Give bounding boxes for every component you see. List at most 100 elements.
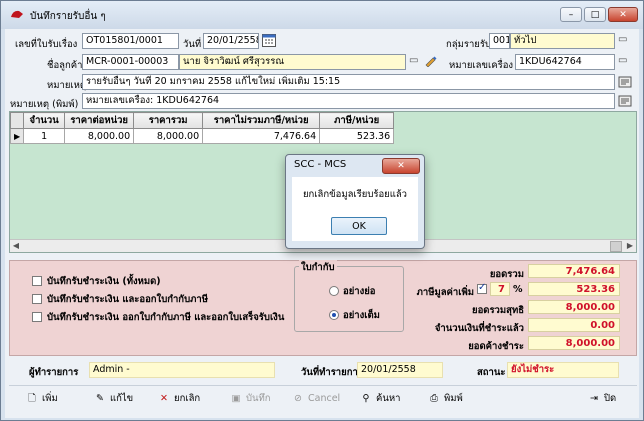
- balance-label: ยอดค้างชำระ: [468, 341, 524, 352]
- payment-panel: บันทึกรับชำระเงิน (ทั้งหมด) บันทึกรับชำร…: [9, 260, 637, 356]
- calendar-icon[interactable]: [262, 33, 276, 47]
- app-icon: [11, 10, 23, 18]
- note-template-icon[interactable]: [618, 74, 632, 88]
- window-title: บันทึกรายรับอื่น ๆ: [30, 11, 106, 22]
- cancel-button[interactable]: ⊘ Cancel: [291, 390, 340, 408]
- message-dialog: SCC - MCS ✕ ยกเลิกข้อมูลเรียบร้อยแล้ว OK: [285, 154, 425, 249]
- new-document-icon: 🗋: [28, 393, 36, 404]
- invoice-type-title: ใบกำกับ: [299, 260, 337, 275]
- recorder-value: Admin -: [89, 362, 275, 378]
- vat-rate-field[interactable]: 7: [490, 282, 510, 296]
- vat-value: 523.36: [528, 282, 620, 296]
- doc-no-label: เลขที่ใบรับเรื่อง: [15, 39, 78, 50]
- record-status-bar: ผู้ทำรายการ Admin - วันที่ทำรายการ 20/01…: [9, 362, 637, 380]
- net-total-value: 8,000.00: [528, 300, 620, 314]
- dialog-title: SCC - MCS: [294, 159, 347, 170]
- state-label: สถานะ: [477, 367, 506, 378]
- cell-total-price[interactable]: 8,000.00: [133, 128, 204, 144]
- group-label: กลุ่มรายรับ: [446, 39, 491, 50]
- invoice-short-label: อย่างย่อ: [343, 286, 376, 297]
- col-header-unit-price[interactable]: ราคาต่อหน่วย: [64, 112, 135, 129]
- exit-door-icon: ⇥: [590, 393, 598, 404]
- close-window-button[interactable]: ✕: [608, 7, 638, 22]
- cancel-doc-button[interactable]: ✕ ยกเลิก: [157, 390, 200, 408]
- maximize-button[interactable]: □: [584, 7, 606, 22]
- edit-button-label: แก้ไข: [110, 393, 134, 404]
- col-header-qty[interactable]: จำนวน: [23, 112, 66, 129]
- search-button[interactable]: ⚲ ค้นหา: [359, 390, 401, 408]
- close-button-label: ปิด: [604, 393, 617, 404]
- add-button-label: เพิ่ม: [42, 393, 58, 404]
- record-date-value: 20/01/2558: [357, 362, 443, 378]
- date-label: วันที่: [183, 39, 202, 50]
- customer-code-field[interactable]: MCR-0001-00003: [82, 54, 179, 70]
- cancel-button-label: Cancel: [308, 393, 341, 404]
- col-header-total-price[interactable]: ราคารวม: [133, 112, 204, 129]
- close-button[interactable]: ⇥ ปิด: [587, 390, 616, 408]
- doc-no-field[interactable]: OT015801/0001: [82, 33, 179, 49]
- col-header-vat-per-unit[interactable]: ภาษี/หน่วย: [319, 112, 395, 129]
- items-table: จำนวน ราคาต่อหน่วย ราคารวม ราคาไม่รวมภาษ…: [10, 112, 395, 144]
- save-button[interactable]: ▣ บันทึก: [229, 390, 271, 408]
- cell-price-excl-vat[interactable]: 7,476.64: [202, 128, 321, 144]
- edit-button[interactable]: ✎ แก้ไข: [93, 390, 133, 408]
- customer-name-field[interactable]: นาย จิราวิฒน์ ศรีสุวรรณ: [179, 54, 406, 70]
- note-label: หมายเหตุ: [47, 80, 87, 91]
- total-label: ยอดรวม: [489, 269, 524, 280]
- invoice-full-label: อย่างเต็ม: [343, 310, 380, 321]
- minimize-button[interactable]: –: [560, 7, 582, 22]
- note-field[interactable]: รายรับอื่นๆ วันที่ 20 มกราคม 2558 แก้ไขใ…: [82, 74, 615, 90]
- invoice-short-radio[interactable]: [329, 286, 339, 296]
- group-lookup-icon[interactable]: ▭: [618, 34, 627, 45]
- note-print-label: หมายเหตุ (พิมพ์): [10, 99, 79, 110]
- dialog-message: ยกเลิกข้อมูลเรียบร้อยแล้ว: [302, 189, 408, 200]
- edit-icon: ✎: [96, 393, 104, 404]
- vat-percent-sign: %: [513, 284, 523, 295]
- total-value: 7,476.64: [528, 264, 620, 278]
- scroll-thumb[interactable]: [610, 241, 622, 252]
- main-window: บันทึกรายรับอื่น ๆ – □ ✕ เลขที่ใบรับเรื่…: [0, 0, 644, 421]
- cell-qty[interactable]: 1: [23, 128, 66, 144]
- group-code-field[interactable]: 001: [489, 33, 510, 49]
- edit-pencil-icon[interactable]: [424, 54, 437, 67]
- col-header-price-excl-vat[interactable]: ราคาไม่รวมภาษี/หน่วย: [202, 112, 321, 129]
- save-button-label: บันทึก: [246, 393, 271, 404]
- delete-x-icon: ✕: [160, 393, 168, 404]
- customer-lookup-icon[interactable]: ▭: [409, 55, 418, 66]
- group-name-field[interactable]: ทั่วไป: [510, 33, 615, 49]
- dialog-close-button[interactable]: ✕: [382, 158, 420, 174]
- row-selector-arrow-icon[interactable]: ▶: [10, 128, 25, 144]
- row-selector-header: [10, 112, 25, 129]
- invoice-full-radio[interactable]: [329, 310, 339, 320]
- pay-all-checkbox[interactable]: [32, 276, 42, 286]
- date-field[interactable]: 20/01/2558: [203, 33, 259, 49]
- ref-lookup-icon[interactable]: ▭: [618, 55, 627, 66]
- print-button[interactable]: ⎙ พิมพ์: [427, 390, 463, 408]
- action-toolbar: 🗋 เพิ่ม ✎ แก้ไข ✕ ยกเลิก ▣ บันทึก ⊘ Cancel ⚲ ค…: [9, 385, 637, 412]
- ok-button[interactable]: OK: [331, 217, 387, 235]
- pay-tax-receipt-label: บันทึกรับชำระเงิน ออกใบกำกับภาษี และออกใ…: [47, 312, 285, 323]
- pay-tax-invoice-label: บันทึกรับชำระเงิน และออกใบกำกับภาษี: [47, 294, 208, 305]
- paid-amount-label: จำนวนเงินที่ชำระแล้ว: [434, 323, 524, 334]
- balance-value: 8,000.00: [528, 336, 620, 350]
- cell-vat-per-unit[interactable]: 523.36: [319, 128, 395, 144]
- cell-unit-price[interactable]: 8,000.00: [64, 128, 135, 144]
- ref-no-field[interactable]: 1KDU642764: [515, 54, 615, 70]
- vat-checkbox[interactable]: [477, 282, 487, 294]
- print-button-label: พิมพ์: [444, 393, 463, 404]
- save-icon: ▣: [231, 393, 241, 404]
- grid-header-row: จำนวน ราคาต่อหน่วย ราคารวม ราคาไม่รวมภาษ…: [10, 112, 395, 129]
- note-print-template-icon[interactable]: [618, 93, 632, 107]
- scroll-left-icon[interactable]: ◀: [10, 240, 22, 252]
- note-print-field[interactable]: หมายเลขเครื่อง: 1KDU642764: [82, 93, 615, 109]
- table-row[interactable]: ▶ 1 8,000.00 8,000.00 7,476.64 523.36: [10, 128, 395, 144]
- vat-label: ภาษีมูลค่าเพิ่ม: [416, 287, 474, 298]
- pay-tax-receipt-checkbox[interactable]: [32, 312, 42, 322]
- paid-amount-value: 0.00: [528, 318, 620, 332]
- cancel-doc-button-label: ยกเลิก: [174, 393, 201, 404]
- ref-no-label: หมายเลขเครื่อง: [449, 60, 514, 71]
- scroll-right-icon[interactable]: ▶: [624, 240, 636, 252]
- add-button[interactable]: 🗋 เพิ่ม: [25, 390, 58, 408]
- net-total-label: ยอดรวมสุทธิ: [472, 305, 524, 316]
- pay-tax-invoice-checkbox[interactable]: [32, 294, 42, 304]
